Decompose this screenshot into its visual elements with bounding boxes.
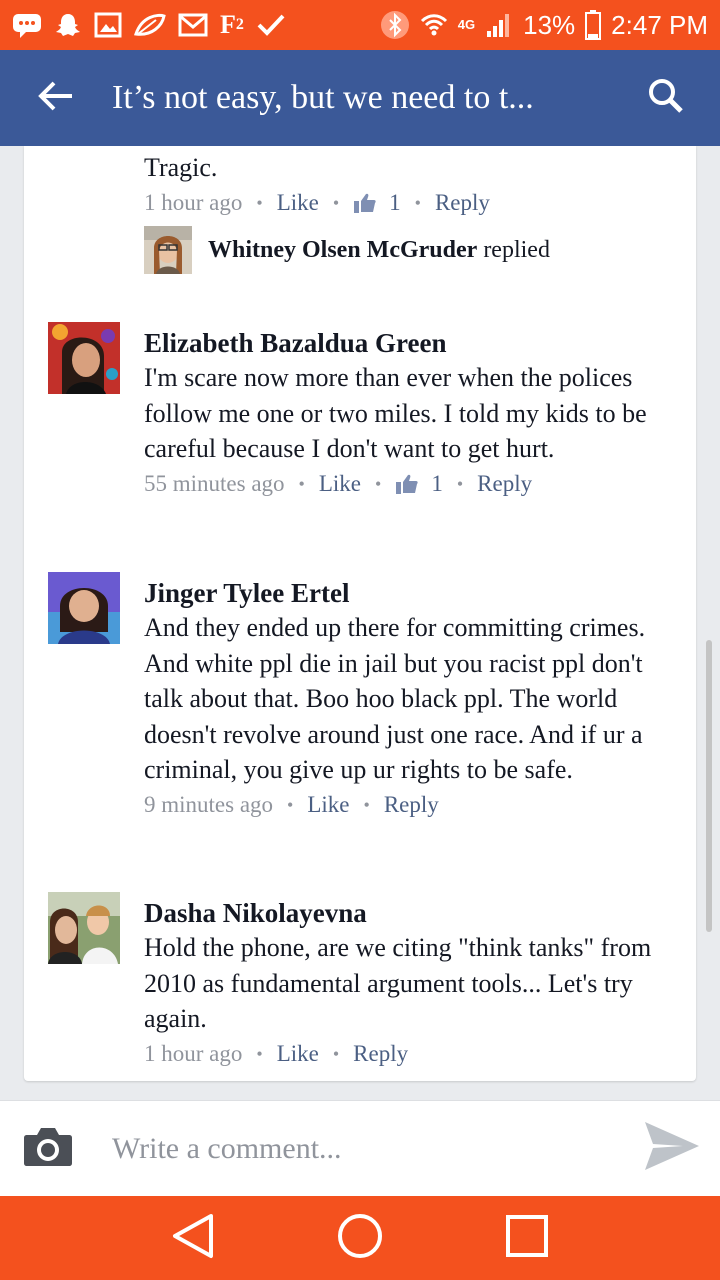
reply-link[interactable]: Reply [384, 788, 439, 822]
camera-button[interactable] [0, 1101, 96, 1197]
nav-recents-button[interactable] [487, 1198, 567, 1278]
search-button[interactable] [612, 50, 720, 146]
scrollbar[interactable] [706, 640, 712, 932]
reply-link[interactable]: Reply [353, 1037, 408, 1071]
like-thumb-icon [353, 192, 377, 214]
comment-author[interactable]: Elizabeth Bazaldua Green [144, 326, 674, 360]
like-count: 1 [389, 189, 401, 215]
wifi-icon [420, 11, 448, 39]
nav-home-button[interactable] [320, 1198, 400, 1278]
reply-author: Whitney Olsen McGruder [208, 236, 478, 263]
avatar[interactable] [48, 572, 120, 644]
comment-author[interactable]: Jinger Tylee Ertel [144, 576, 674, 610]
comment-time: 9 minutes ago [144, 791, 274, 817]
comment-composer: Write a comment... [0, 1100, 720, 1196]
send-button[interactable] [624, 1101, 720, 1197]
comments-card: Tragic. 1 hour ago • Like • 1 • Reply Wh… [24, 146, 696, 1081]
like-count: 1 [431, 470, 443, 496]
messenger-icon [12, 12, 42, 38]
comment-text: I'm scare now more than ever when the po… [144, 363, 647, 463]
comment-author[interactable]: Dasha Nikolayevna [144, 896, 674, 930]
bluetooth-icon [380, 10, 410, 40]
network-type: 4G [457, 17, 476, 32]
nav-back-icon [171, 1213, 215, 1264]
app-bar: It’s not easy, but we need to t... [0, 50, 720, 146]
leaf-icon [134, 12, 166, 38]
comment-text: Tragic. [144, 153, 218, 182]
camera-icon [23, 1125, 73, 1172]
comment-time: 1 hour ago [144, 189, 243, 215]
signal-icon [485, 11, 513, 39]
f2-icon: F2 [220, 10, 244, 39]
reply-link[interactable]: Reply [435, 186, 490, 220]
avatar[interactable] [48, 892, 120, 964]
snapchat-icon [54, 11, 82, 39]
comment-time: 1 hour ago [144, 1040, 243, 1066]
comment-meta: 55 minutes ago • Like • 1 • Reply [144, 467, 674, 501]
gallery-icon [94, 11, 122, 39]
comment-input[interactable]: Write a comment... [96, 1132, 624, 1166]
like-link[interactable]: Like [277, 1037, 319, 1071]
nav-back-button[interactable] [153, 1198, 233, 1278]
back-button[interactable] [0, 50, 112, 146]
comment-time: 55 minutes ago [144, 470, 285, 496]
reply-action: replied [483, 236, 550, 263]
like-link[interactable]: Like [307, 788, 349, 822]
reply-link[interactable]: Reply [477, 467, 532, 501]
battery-icon [585, 10, 602, 40]
comment-text: Hold the phone, are we citing "think tan… [144, 933, 652, 1033]
comment-text: And they ended up there for committing c… [144, 613, 646, 784]
view-replies[interactable]: Whitney Olsen McGruder replied [144, 226, 550, 274]
comments-feed[interactable]: Tragic. 1 hour ago • Like • 1 • Reply Wh… [0, 146, 720, 1100]
like-link[interactable]: Like [277, 186, 319, 220]
clock: 2:47 PM [611, 9, 708, 40]
nav-recents-icon [505, 1214, 549, 1263]
status-bar: F2 4G 13% 2:47 PM [0, 0, 720, 50]
nav-home-icon [337, 1213, 383, 1264]
page-title: It’s not easy, but we need to t... [112, 79, 534, 116]
send-icon [643, 1120, 701, 1177]
comment-meta: 1 hour ago • Like • 1 • Reply [144, 186, 674, 220]
gmail-icon [178, 13, 208, 37]
arrow-left-icon [38, 80, 74, 117]
navigation-bar [0, 1196, 720, 1280]
avatar[interactable] [48, 322, 120, 394]
like-link[interactable]: Like [319, 467, 361, 501]
avatar [144, 226, 192, 274]
search-icon [648, 78, 684, 119]
comment-meta: 9 minutes ago • Like • Reply [144, 788, 674, 822]
comment-meta: 1 hour ago • Like • Reply [144, 1037, 674, 1071]
battery-percent: 13% [523, 9, 576, 40]
like-thumb-icon [395, 473, 419, 495]
check-icon [256, 12, 286, 38]
